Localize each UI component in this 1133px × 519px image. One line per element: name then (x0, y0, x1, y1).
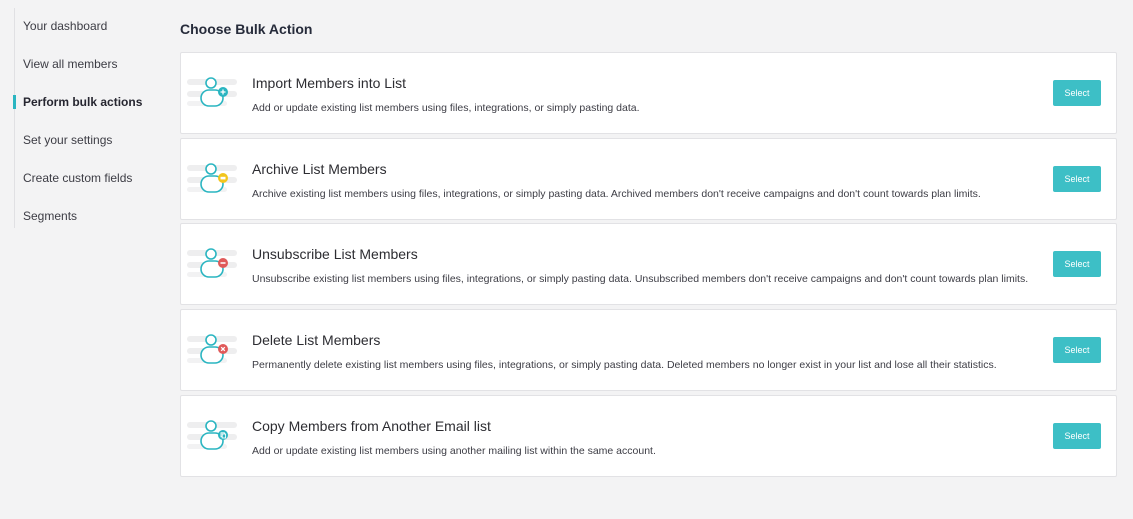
select-button[interactable]: Select (1053, 166, 1101, 192)
bulk-action-card-copy: Copy Members from Another Email list Add… (180, 395, 1117, 477)
bulk-action-card-import: Import Members into List Add or update e… (180, 52, 1117, 134)
card-description: Add or update existing list members usin… (252, 102, 640, 114)
select-button[interactable]: Select (1053, 337, 1101, 363)
sidebar-divider (14, 8, 15, 228)
card-description: Add or update existing list members usin… (252, 445, 656, 457)
sidebar-item-set-your-settings[interactable]: Set your settings (23, 133, 112, 147)
active-indicator (13, 95, 16, 109)
card-description: Unsubscribe existing list members using … (252, 273, 1029, 285)
sidebar-nav: Your dashboard View all members Perform … (0, 0, 170, 519)
bulk-action-card-delete: Delete List Members Permanently delete e… (180, 309, 1117, 391)
card-title: Delete List Members (252, 332, 381, 348)
user-plus-icon (187, 77, 237, 107)
bulk-action-card-unsubscribe: Unsubscribe List Members Unsubscribe exi… (180, 223, 1117, 305)
card-title: Copy Members from Another Email list (252, 418, 491, 434)
user-minus-icon (187, 248, 237, 278)
select-button[interactable]: Select (1053, 80, 1101, 106)
bulk-action-card-archive: Archive List Members Archive existing li… (180, 138, 1117, 220)
card-title: Unsubscribe List Members (252, 246, 418, 262)
card-title: Import Members into List (252, 75, 407, 91)
user-copy-icon (187, 420, 237, 450)
sidebar-item-perform-bulk-actions[interactable]: Perform bulk actions (23, 95, 142, 109)
sidebar-item-your-dashboard[interactable]: Your dashboard (23, 19, 107, 33)
user-delete-icon (187, 334, 237, 364)
card-description: Permanently delete existing list members… (252, 359, 997, 371)
card-description: Archive existing list members using file… (252, 188, 981, 200)
card-title: Archive List Members (252, 161, 387, 177)
select-button[interactable]: Select (1053, 423, 1101, 449)
user-archive-icon (187, 163, 237, 193)
sidebar-item-segments[interactable]: Segments (23, 209, 77, 223)
select-button[interactable]: Select (1053, 251, 1101, 277)
page-title: Choose Bulk Action (180, 21, 313, 37)
sidebar-item-view-all-members[interactable]: View all members (23, 57, 117, 71)
sidebar-item-create-custom-fields[interactable]: Create custom fields (23, 171, 132, 185)
